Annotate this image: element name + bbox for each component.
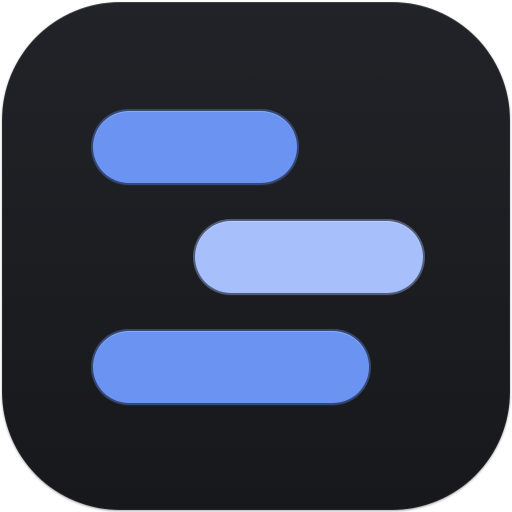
bottom-bar-shape: [91, 329, 371, 405]
canvas: [0, 0, 512, 512]
app-icon[interactable]: [2, 2, 510, 510]
top-bar-shape: [91, 109, 299, 185]
middle-bar-shape: [193, 219, 425, 295]
